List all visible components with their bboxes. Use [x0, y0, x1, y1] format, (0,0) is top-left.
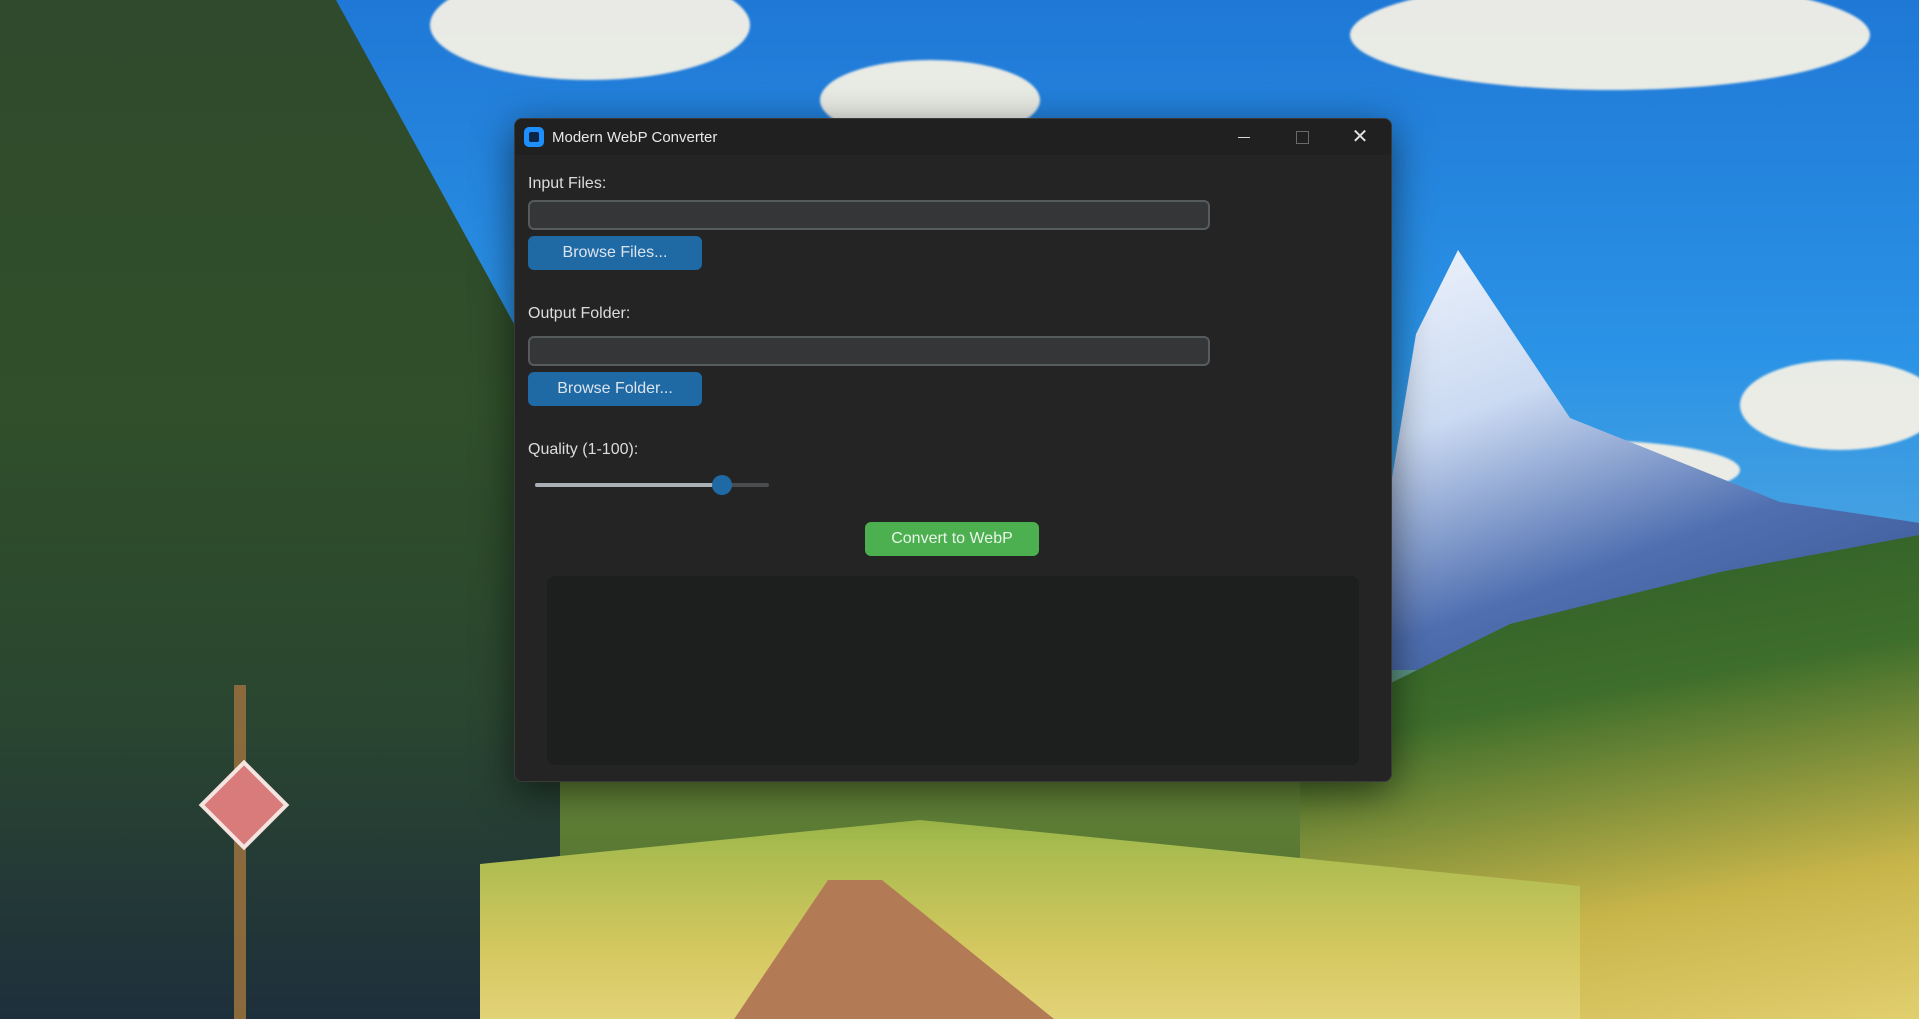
forest — [0, 0, 560, 1019]
maximize-button[interactable] — [1273, 119, 1331, 155]
window-content: Input Files: Browse Files... Output Fold… — [515, 155, 1391, 781]
sign-post — [234, 685, 246, 1019]
quality-slider[interactable] — [535, 475, 769, 495]
converter-window: Modern WebP Converter ✕ Input Files: Bro… — [514, 118, 1392, 782]
cloud — [1350, 0, 1870, 90]
slider-fill — [535, 483, 722, 487]
browse-folder-button[interactable]: Browse Folder... — [528, 372, 702, 406]
title-bar[interactable]: Modern WebP Converter ✕ — [515, 119, 1391, 155]
maximize-icon — [1295, 130, 1309, 144]
close-icon: ✕ — [1351, 126, 1369, 148]
input-files-label: Input Files: — [528, 175, 607, 192]
close-button[interactable]: ✕ — [1331, 119, 1389, 155]
cloud — [1740, 360, 1919, 450]
minimize-button[interactable] — [1215, 119, 1273, 155]
slider-thumb[interactable] — [711, 475, 732, 495]
output-folder-field[interactable] — [528, 336, 1210, 366]
cloud — [430, 0, 750, 80]
input-files-field[interactable] — [528, 200, 1210, 230]
browse-files-button[interactable]: Browse Files... — [528, 236, 702, 270]
app-icon — [524, 127, 544, 147]
minimize-icon — [1238, 136, 1250, 138]
window-title: Modern WebP Converter — [552, 128, 718, 146]
quality-label: Quality (1-100): — [528, 441, 639, 458]
output-folder-label: Output Folder: — [528, 305, 631, 322]
log-output — [547, 576, 1359, 765]
convert-button[interactable]: Convert to WebP — [865, 522, 1039, 556]
